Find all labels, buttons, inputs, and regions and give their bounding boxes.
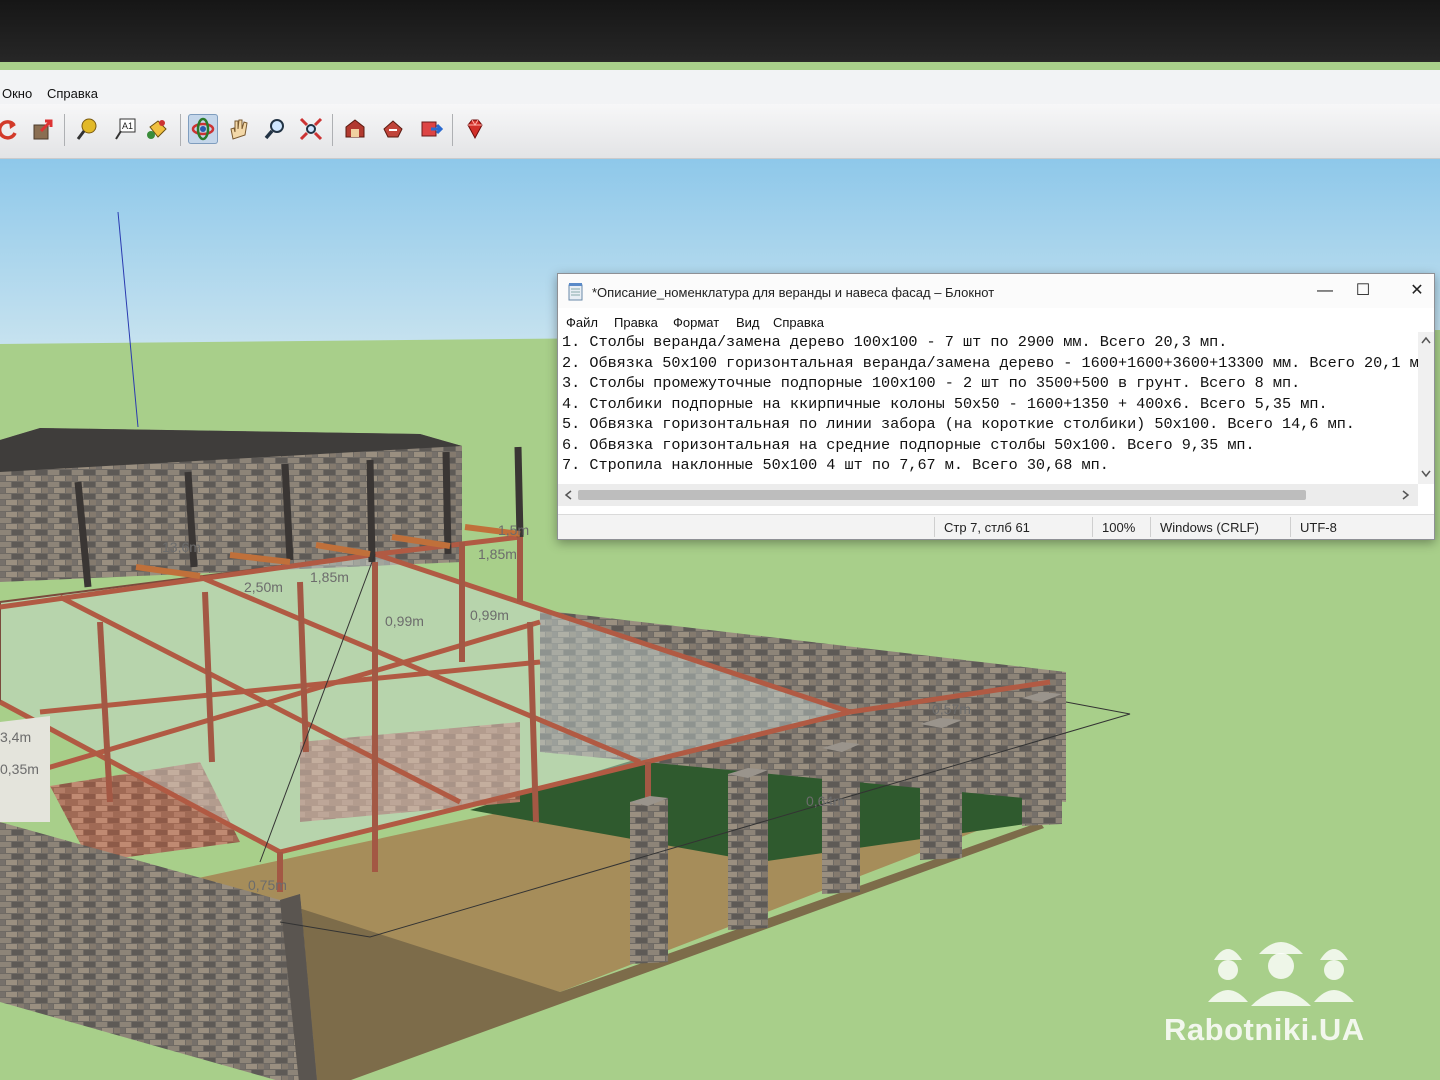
dim-label: 3,4m xyxy=(0,729,31,745)
refresh-icon xyxy=(0,120,17,140)
menu-help[interactable]: Справка xyxy=(773,315,824,330)
warehouse-icon xyxy=(345,119,365,138)
status-separator xyxy=(934,517,935,537)
pan-hand-icon xyxy=(230,119,248,140)
share-model-button[interactable] xyxy=(378,114,408,144)
menu-view[interactable]: Вид xyxy=(736,315,760,330)
encoding: UTF-8 xyxy=(1300,520,1337,535)
status-separator xyxy=(1290,517,1291,537)
monitor-bezel xyxy=(0,0,1440,70)
ruby-console-button[interactable] xyxy=(460,114,490,144)
extension-warehouse-button[interactable] xyxy=(416,114,446,144)
cursor-position: Стр 7, стлб 61 xyxy=(944,520,1030,535)
text-line: 4. Столбики подпорные на ккирпичные коло… xyxy=(562,394,1328,413)
dim-label: 0,99m xyxy=(470,607,509,623)
scroll-right-icon xyxy=(1402,490,1410,500)
dim-label: 1,85m xyxy=(478,546,517,562)
paint-bucket-icon xyxy=(147,120,167,139)
pan-button[interactable] xyxy=(224,114,254,144)
notepad-menubar: Файл Правка Формат Вид Справка xyxy=(558,310,1434,332)
menu-file[interactable]: Файл xyxy=(566,315,598,330)
text-line: 5. Обвязка горизонтальная по линии забор… xyxy=(562,415,1355,433)
orbit-button[interactable] xyxy=(188,114,218,144)
vertical-scrollbar[interactable] xyxy=(1418,332,1434,484)
extension-warehouse-icon xyxy=(421,121,443,137)
dim-label: 0,57m xyxy=(932,701,971,717)
dim-label: 1,5m xyxy=(498,522,529,538)
zoom-button[interactable] xyxy=(260,114,290,144)
text-line: 6. Обвязка горизонтальная на средние под… xyxy=(562,435,1255,454)
text-line: 2. Обвязка 50х100 горизонтальная веранда… xyxy=(562,353,1418,372)
paint-bucket-button[interactable] xyxy=(142,114,172,144)
sketchup-menubar: Окно Справка xyxy=(0,70,1440,104)
scroll-left-icon xyxy=(564,490,572,500)
toolbar-separator xyxy=(64,114,65,146)
dim-label: 0,64m xyxy=(806,793,845,809)
tape-measure-button[interactable] xyxy=(72,114,102,144)
watermark-text: Rabotniki.UA xyxy=(1164,1012,1365,1047)
status-separator xyxy=(1150,517,1151,537)
orbit-icon xyxy=(191,117,215,141)
notepad-text-area[interactable]: 1. Столбы веранда/замена дерево 100х100 … xyxy=(562,332,1418,482)
status-separator xyxy=(1092,517,1093,537)
dim-label: 13,6m xyxy=(162,539,201,555)
menu-window[interactable]: Окно xyxy=(2,86,32,101)
text-line: 3. Столбы промежуточные подпорные 100х10… xyxy=(562,374,1301,392)
zoom-extents-button[interactable] xyxy=(296,114,326,144)
sketchup-toolbar: A1 xyxy=(0,104,1440,159)
notepad-window: *Описание_номенклатура для веранды и нав… xyxy=(557,273,1435,540)
text-line: 1. Столбы веранда/замена дерево 100х100 … xyxy=(562,333,1228,351)
dim-label: 2,50m xyxy=(244,579,283,595)
zoom-icon xyxy=(264,119,284,140)
notepad-title: *Описание_номенклатура для веранды и нав… xyxy=(592,285,995,300)
toolbar-separator xyxy=(180,114,181,146)
text-button[interactable]: A1 xyxy=(110,114,140,144)
watermark: Rabotniki.UA xyxy=(1150,930,1430,1060)
scroll-down-icon xyxy=(1421,470,1431,478)
notepad-icon xyxy=(568,283,583,301)
tape-measure-icon xyxy=(76,118,97,140)
text-label-icon: A1 xyxy=(115,118,136,140)
notepad-titlebar[interactable]: *Описание_номенклатура для веранды и нав… xyxy=(558,274,1434,308)
warehouse-button[interactable] xyxy=(340,114,370,144)
zoom-extents-icon xyxy=(299,117,323,141)
toolbar-separator xyxy=(332,114,333,146)
toolbar-separator xyxy=(452,114,453,146)
menu-help[interactable]: Справка xyxy=(47,86,98,101)
dim-label: 0,99m xyxy=(385,613,424,629)
dim-label: 1,85m xyxy=(310,569,349,585)
dim-label: 0,35m xyxy=(0,761,39,777)
text-line: 7. Стропила наклонные 50х100 4 шт по 7,6… xyxy=(562,456,1109,474)
scroll-up-icon xyxy=(1421,336,1431,344)
menu-edit[interactable]: Правка xyxy=(614,315,658,330)
export-button[interactable] xyxy=(28,114,58,144)
export-icon xyxy=(33,119,53,140)
refresh-button[interactable] xyxy=(0,114,22,144)
svg-text:A1: A1 xyxy=(122,121,133,131)
dim-label: 0,75m xyxy=(248,877,287,893)
notepad-statusbar: Стр 7, стлб 61 100% Windows (CRLF) UTF-8 xyxy=(558,514,1434,539)
maximize-button[interactable]: ☐ xyxy=(1336,274,1390,308)
workers-logo-icon xyxy=(1208,942,1354,1006)
close-button[interactable]: ✕ xyxy=(1390,274,1440,308)
zoom-level: 100% xyxy=(1102,520,1136,535)
line-ending: Windows (CRLF) xyxy=(1160,520,1259,535)
horizontal-scrollbar[interactable] xyxy=(558,484,1418,506)
scroll-thumb[interactable] xyxy=(578,490,1306,500)
ruby-gem-icon xyxy=(467,119,483,140)
sketchup-window: Окно Справка A1 1,85m 1,5m 0,99m 0,99m 0… xyxy=(0,62,1440,1080)
menu-format[interactable]: Формат xyxy=(673,315,719,330)
share-model-icon xyxy=(383,120,403,138)
